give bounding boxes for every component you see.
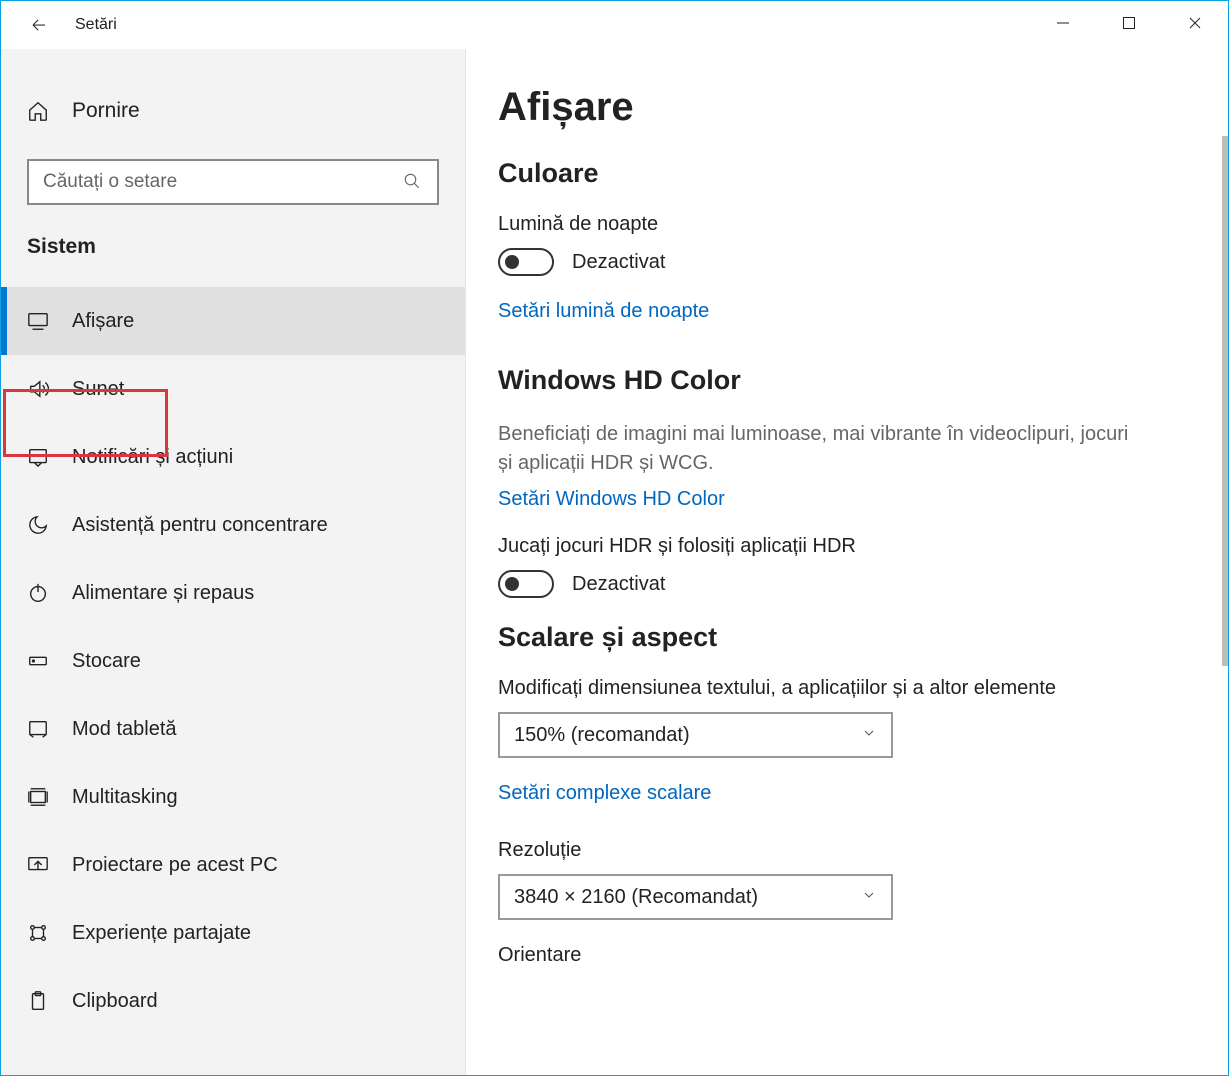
nav-item-label: Afișare bbox=[72, 310, 134, 333]
nav-item-storage[interactable]: Stocare bbox=[1, 627, 465, 695]
nav-list: Afișare Sunet Notificări și acțiuni Asis… bbox=[1, 287, 465, 1035]
project-icon bbox=[26, 853, 50, 877]
nav-item-label: Stocare bbox=[72, 650, 141, 673]
advanced-scaling-link[interactable]: Setări complexe scalare bbox=[498, 782, 711, 805]
scale-value: 150% (recomandat) bbox=[514, 724, 690, 747]
resolution-label: Rezoluție bbox=[498, 839, 1198, 862]
tablet-mode-icon bbox=[26, 717, 50, 741]
nav-item-multitasking[interactable]: Multitasking bbox=[1, 763, 465, 831]
section-color-title: Culoare bbox=[498, 158, 1198, 189]
scale-label: Modificați dimensiunea textului, a aplic… bbox=[498, 677, 1198, 700]
hdr-state: Dezactivat bbox=[572, 573, 665, 596]
window-controls bbox=[1030, 1, 1228, 45]
chevron-down-icon bbox=[861, 724, 877, 747]
nav-item-shared[interactable]: Experiențe partajate bbox=[1, 899, 465, 967]
hdr-label: Jucați jocuri HDR și folosiți aplicații … bbox=[498, 535, 1198, 558]
chevron-down-icon bbox=[861, 886, 877, 909]
maximize-button[interactable] bbox=[1096, 1, 1162, 45]
nav-item-label: Multitasking bbox=[72, 786, 178, 809]
multitasking-icon bbox=[26, 785, 50, 809]
orientation-label: Orientare bbox=[498, 944, 1198, 967]
notifications-icon bbox=[26, 445, 50, 469]
nav-item-label: Sunet bbox=[72, 378, 124, 401]
power-icon bbox=[26, 581, 50, 605]
nav-item-label: Notificări și acțiuni bbox=[72, 446, 233, 469]
main-content: Afișare Culoare Lumină de noapte Dezacti… bbox=[466, 49, 1228, 1075]
close-button[interactable] bbox=[1162, 1, 1228, 45]
nav-item-tablet-mode[interactable]: Mod tabletă bbox=[1, 695, 465, 763]
nav-item-label: Experiențe partajate bbox=[72, 922, 251, 945]
minimize-button[interactable] bbox=[1030, 1, 1096, 45]
window-title: Setări bbox=[75, 16, 117, 34]
resolution-value: 3840 × 2160 (Recomandat) bbox=[514, 886, 758, 909]
scale-select[interactable]: 150% (recomandat) bbox=[498, 712, 893, 758]
titlebar: Setări bbox=[1, 1, 1228, 49]
back-button[interactable] bbox=[21, 7, 57, 43]
page-title: Afișare bbox=[498, 85, 1198, 130]
search-icon bbox=[403, 172, 423, 192]
hd-description: Beneficiați de imagini mai luminoase, ma… bbox=[498, 420, 1138, 478]
hd-settings-link[interactable]: Setări Windows HD Color bbox=[498, 488, 725, 511]
sidebar-section-label: Sistem bbox=[1, 235, 465, 259]
scrollbar-thumb[interactable] bbox=[1222, 136, 1228, 666]
nav-item-clipboard[interactable]: Clipboard bbox=[1, 967, 465, 1035]
hdr-toggle[interactable] bbox=[498, 570, 554, 598]
storage-icon bbox=[26, 649, 50, 673]
night-light-settings-link[interactable]: Setări lumină de noapte bbox=[498, 300, 709, 323]
nav-item-notifications[interactable]: Notificări și acțiuni bbox=[1, 423, 465, 491]
home-label: Pornire bbox=[72, 99, 140, 123]
night-light-label: Lumină de noapte bbox=[498, 213, 1198, 236]
home-button[interactable]: Pornire bbox=[1, 85, 465, 137]
sidebar: Pornire Sistem Afișare Sunet bbox=[1, 49, 466, 1075]
nav-item-display[interactable]: Afișare bbox=[1, 287, 465, 355]
nav-item-label: Proiectare pe acest PC bbox=[72, 854, 278, 877]
section-hd-title: Windows HD Color bbox=[498, 365, 1198, 396]
nav-item-power[interactable]: Alimentare și repaus bbox=[1, 559, 465, 627]
home-icon bbox=[26, 99, 50, 123]
search-input[interactable] bbox=[43, 171, 403, 193]
sound-icon bbox=[26, 377, 50, 401]
night-light-state: Dezactivat bbox=[572, 251, 665, 274]
shared-icon bbox=[26, 921, 50, 945]
nav-item-label: Asistență pentru concentrare bbox=[72, 514, 328, 537]
clipboard-icon bbox=[26, 989, 50, 1013]
resolution-select[interactable]: 3840 × 2160 (Recomandat) bbox=[498, 874, 893, 920]
nav-item-label: Alimentare și repaus bbox=[72, 582, 254, 605]
nav-item-sound[interactable]: Sunet bbox=[1, 355, 465, 423]
section-scale-title: Scalare și aspect bbox=[498, 622, 1198, 653]
nav-item-label: Clipboard bbox=[72, 990, 158, 1013]
nav-item-project[interactable]: Proiectare pe acest PC bbox=[1, 831, 465, 899]
nav-item-label: Mod tabletă bbox=[72, 718, 177, 741]
display-icon bbox=[26, 309, 50, 333]
focus-assist-icon bbox=[26, 513, 50, 537]
night-light-toggle[interactable] bbox=[498, 248, 554, 276]
nav-item-focus-assist[interactable]: Asistență pentru concentrare bbox=[1, 491, 465, 559]
search-box[interactable] bbox=[27, 159, 439, 205]
